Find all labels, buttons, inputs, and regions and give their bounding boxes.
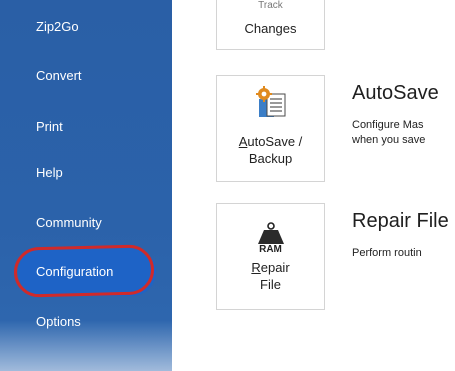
repair-file-tile[interactable]: RAM Repair File: [216, 203, 325, 310]
repair-title: Repair File: [352, 210, 449, 232]
autosave-description-line1: Configure Mas: [352, 119, 424, 131]
autosave-title: AutoSave: [352, 82, 439, 104]
annotation-highlight-ring: [13, 244, 155, 298]
repair-description-line1: Perform routin: [352, 247, 422, 259]
sidebar-item-zip2go[interactable]: Zip2Go: [36, 19, 79, 35]
sidebar-fade: [0, 320, 172, 371]
autosave-description-line2: when you save: [352, 134, 426, 146]
repair-tile-label-line1: Repair: [251, 260, 290, 275]
sidebar-item-convert[interactable]: Convert: [36, 68, 82, 84]
sidebar-item-options[interactable]: Options: [36, 314, 81, 330]
autosave-backup-tile[interactable]: AutoSave / Backup: [216, 75, 325, 182]
window: Zip2Go Convert Print Help Community Conf…: [0, 0, 455, 371]
track-changes-label-top: Track: [258, 0, 283, 11]
autosave-tile-label-line1: AutoSave /: [238, 134, 303, 149]
ram-icon-text: RAM: [259, 244, 282, 255]
sidebar-item-print[interactable]: Print: [36, 119, 63, 135]
track-changes-tile[interactable]: Track Changes: [216, 0, 325, 50]
gear-document-icon: [255, 86, 289, 120]
autosave-tile-label-line2: Backup: [248, 151, 293, 166]
track-changes-label: Changes: [244, 21, 297, 36]
sidebar-item-help[interactable]: Help: [36, 165, 63, 181]
sidebar-item-community[interactable]: Community: [36, 215, 102, 231]
repair-tile-label-line2: File: [260, 277, 281, 292]
sidebar: Zip2Go Convert Print Help Community Conf…: [0, 0, 172, 371]
